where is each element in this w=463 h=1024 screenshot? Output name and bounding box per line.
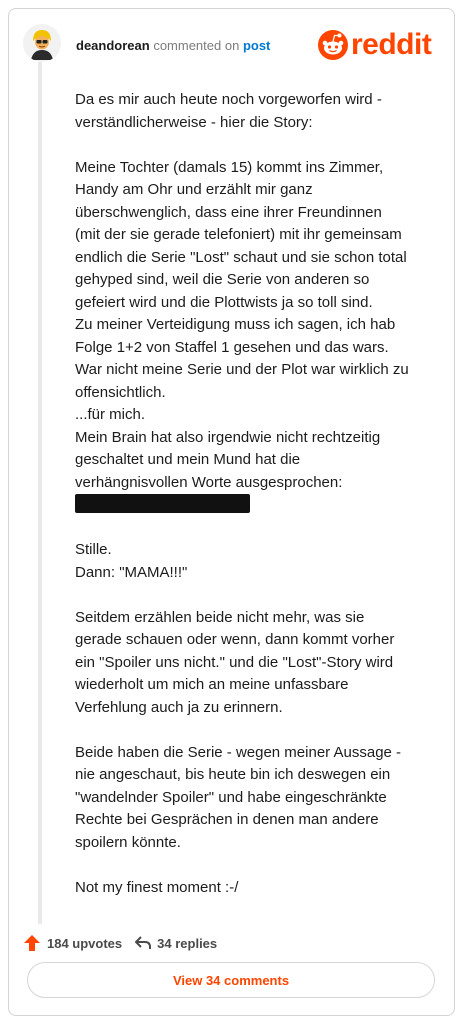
text-line: "wandelnder Spoiler" und habe eingeschrä… [75, 788, 387, 806]
view-comments-label: View 34 comments [172, 972, 290, 988]
text-line: endlich die Serie "Lost" schaut und sie … [75, 248, 407, 266]
spoiler-redaction[interactable] [75, 494, 250, 513]
text-line: verhängnisvollen Worte ausgesprochen: [75, 473, 343, 491]
view-comments-button[interactable]: View 34 comments [27, 962, 435, 998]
paragraph-consequence: Beide haben die Serie - wegen meiner Aus… [75, 742, 435, 855]
text-line: überschwenglich, dass eine ihrer Freundi… [75, 203, 382, 221]
text-line: wiederholt um mich an meine unfassbare [75, 676, 349, 693]
paragraph-story: Meine Tochter (damals 15) kommt ins Zimm… [75, 157, 435, 517]
reddit-snoo-icon [318, 30, 348, 60]
text-line: Beide haben die Serie - wegen meiner Aus… [75, 743, 402, 761]
username-link[interactable]: deandorean [76, 38, 150, 53]
text-line: Stille. [75, 541, 112, 558]
post-link[interactable]: post [243, 38, 270, 53]
avatar-image [23, 24, 61, 62]
paragraph-closing: Not my finest moment :-/ [75, 877, 435, 900]
spoiler-line [75, 494, 435, 517]
paragraph-intro: Da es mir auch heute noch vorgeworfen wi… [75, 89, 435, 134]
upvote-arrow-icon [24, 935, 40, 951]
text-line: gehyped sind, weil die Serie von anderen… [75, 271, 370, 288]
comment-footer: 184 upvotes 34 replies [23, 933, 217, 953]
text-line: gefeiert wird und die Plottwists ja so t… [75, 293, 373, 311]
upvote-button[interactable]: 184 upvotes [23, 934, 122, 952]
text-line: geschaltet und mein Mund hat die [75, 451, 301, 468]
text-line: (mit der sie gerade telefoniert) mit ihr… [75, 226, 402, 243]
comment-body: Da es mir auch heute noch vorgeworfen wi… [75, 89, 435, 922]
text-line: War nicht meine Serie und der Plot war w… [75, 361, 409, 378]
commented-on-text: commented on [153, 38, 240, 53]
text-line: Zu meiner Verteidigung muss ich sagen, i… [75, 316, 396, 333]
text-line: Handy am Ohr und erzählt mir ganz [75, 181, 313, 198]
text-line: ...für mich. [75, 406, 146, 423]
paragraph-aftermath: Seitdem erzählen beide nicht mehr, was s… [75, 607, 435, 720]
text-line: offensichtlich. [75, 383, 166, 401]
comment-header: deandorean commented on post [76, 38, 270, 54]
text-line: Da es mir auch heute noch vorgeworfen wi… [75, 91, 382, 108]
text-line: spoilern könnte. [75, 833, 181, 851]
text-line: Not my finest moment :-/ [75, 878, 239, 896]
text-line: Dann: "MAMA!!!" [75, 563, 188, 581]
text-line: Seitdem erzählen beide nicht mehr, was s… [75, 608, 365, 626]
text-line: verständlicherweise - hier die Story: [75, 113, 313, 131]
text-line: gerade schauen oder wenn, dann kommt vor… [75, 631, 395, 648]
text-line: ein "Spoiler uns nicht." und die "Lost"-… [75, 653, 394, 671]
text-line: Rechte bei Gesprächen in denen man ander… [75, 811, 379, 828]
text-line: Verfehlung auch ja zu erinnern. [75, 698, 283, 716]
reddit-wordmark: reddit [351, 28, 432, 61]
reddit-logo[interactable]: reddit [318, 27, 432, 63]
text-line: nie angeschaut, bis heute bin ich desweg… [75, 766, 391, 783]
paragraph-reaction: Stille. Dann: "MAMA!!!" [75, 539, 435, 584]
text-line: Meine Tochter (damals 15) kommt ins Zimm… [75, 158, 384, 176]
reply-icon [135, 936, 152, 949]
thread-line[interactable] [38, 62, 42, 924]
text-line: Mein Brain hat also irgendwie nicht rech… [75, 428, 381, 446]
replies-button[interactable]: 34 replies [134, 935, 217, 951]
avatar[interactable] [23, 24, 61, 62]
upvote-count: 184 upvotes [47, 935, 123, 951]
reply-count: 34 replies [157, 935, 218, 951]
text-line: Folge 1+2 von Staffel 1 gesehen und das … [75, 338, 389, 356]
